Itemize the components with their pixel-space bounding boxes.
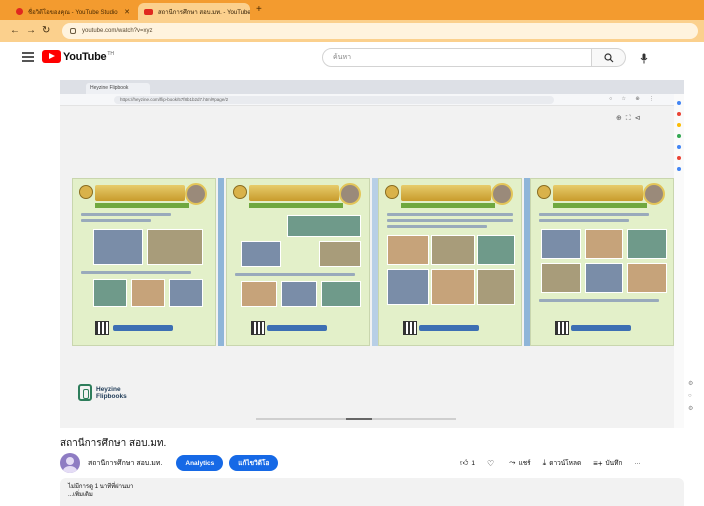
flipbook-scrollbar[interactable] [256,418,456,420]
url-text: youtube.com/watch?v=xyz [82,28,153,34]
page-spine [218,178,224,346]
recorded-address-bar: https://heyzine.com/flip-book/57f8b1b2d7… [60,94,684,106]
description-box[interactable]: ไม่มีการดู 1 นาทีที่ผ่านมา ...เพิ่มเติม [60,478,684,506]
heyzine-text-2: Flipbooks [96,392,127,400]
recorded-browser-tabs: Heyzine Flipbook [60,80,684,94]
microphone-icon[interactable] [636,50,652,66]
reload-icon[interactable]: ↻ [42,25,50,36]
video-actions: 👍︎ 1 ♡ ⤳ แชร์ ⤓ ดาวน์โหลด ≡+ บันทึก ··· [460,454,653,472]
like-button[interactable]: 👍︎ 1 [460,458,475,468]
show-more-link[interactable]: ...เพิ่มเติม [68,491,676,499]
flipbook-page [378,178,522,346]
browser-tab-studio[interactable]: ชื่อวิดีโอของคุณ - YouTube Studio ✕ [10,3,136,20]
search-icon [603,52,613,62]
edit-video-button[interactable]: แก้ไขวิดีโอ [229,455,279,471]
search-button[interactable] [592,48,626,67]
view-info: ไม่มีการดู 1 นาทีที่ผ่านมา [68,484,134,490]
back-arrow-icon[interactable]: ← [10,25,20,36]
browser-tab-youtube[interactable]: สถานีการศึกษา สอบ.มท. - YouTube ✕ [138,3,250,20]
heyzine-logo: Heyzine Flipbooks [78,384,127,401]
browser-tab-label: สถานีการศึกษา สอบ.มท. - YouTube [158,9,250,16]
video-player[interactable]: Heyzine Flipbook https://heyzine.com/fli… [60,80,684,428]
heyzine-icon [78,384,92,401]
channel-row: สถานีการศึกษา สอบ.มท. Analytics แก้ไขวิด… [60,452,279,474]
share-icon: ⤳ [509,458,516,467]
channel-name[interactable]: สถานีการศึกษา สอบ.มท. [88,458,162,469]
address-bar[interactable]: youtube.com/watch?v=xyz [62,23,698,39]
youtube-logo[interactable]: YouTube TH [42,50,114,63]
lock-icon [70,28,76,34]
menu-icon[interactable] [22,52,34,62]
flipbook-page [226,178,370,346]
forward-arrow-icon[interactable]: → [26,25,36,36]
logo-region: TH [107,50,114,57]
dislike-button[interactable]: ♡ [487,459,497,468]
download-label: ดาวน์โหลด [549,460,582,467]
recorded-side-panel [674,94,684,428]
search-input[interactable]: ค้นหา [322,48,592,67]
youtube-studio-icon [16,8,23,15]
new-tab-button[interactable]: + [256,4,262,15]
download-button[interactable]: ⤓ ดาวน์โหลด [543,458,582,468]
download-icon: ⤓ [542,458,547,467]
share-label: แชร์ [518,460,531,467]
page-edge-icons: ⚙ ○ ⚙ [688,380,698,418]
logo-wordmark: YouTube [63,50,107,63]
flipbook-page [72,178,216,346]
circle-icon: ○ [688,393,692,399]
youtube-icon [144,8,153,15]
save-icon: ≡+ [593,458,603,468]
video-title: สถานีการศึกษา สอบ.มท. [60,438,167,449]
share-button[interactable]: ⤳ แชร์ [509,458,531,468]
youtube-play-icon [42,50,61,63]
avatar[interactable] [60,453,80,473]
recorded-tab: Heyzine Flipbook [86,83,150,94]
heyzine-text-1: Heyzine [96,385,121,393]
like-count: 1 [471,459,475,467]
flipbook-zoom-controls: ⊕ ⛶ ⊲ [616,115,642,122]
recorded-toolbar-icons: ○ ☆ ⊕ ⋮ [609,96,658,102]
thumbs-down-icon: ♡ [487,458,495,468]
browser-toolbar: ← → ↻ youtube.com/watch?v=xyz [0,20,704,42]
search-placeholder: ค้นหา [333,54,352,61]
thumbs-up-icon: 👍︎ [460,458,469,467]
recorded-url: https://heyzine.com/flip-book/57f8b1b2d7… [114,96,554,104]
gear-icon: ⚙ [688,406,694,412]
settings-icon: ⚙ [688,381,694,387]
close-icon[interactable]: ✕ [120,8,130,16]
analytics-button[interactable]: Analytics [176,455,224,471]
flipbook-page [530,178,674,346]
save-label: บันทึก [605,460,623,467]
browser-tab-strip: ชื่อวิดีโอของคุณ - YouTube Studio ✕ สถาน… [0,0,704,20]
youtube-header: YouTube TH ค้นหา [0,42,704,72]
save-button[interactable]: ≡+ บันทึก [593,458,622,468]
browser-tab-label: ชื่อวิดีโอของคุณ - YouTube Studio [28,9,118,16]
more-button[interactable]: ··· [634,460,641,467]
